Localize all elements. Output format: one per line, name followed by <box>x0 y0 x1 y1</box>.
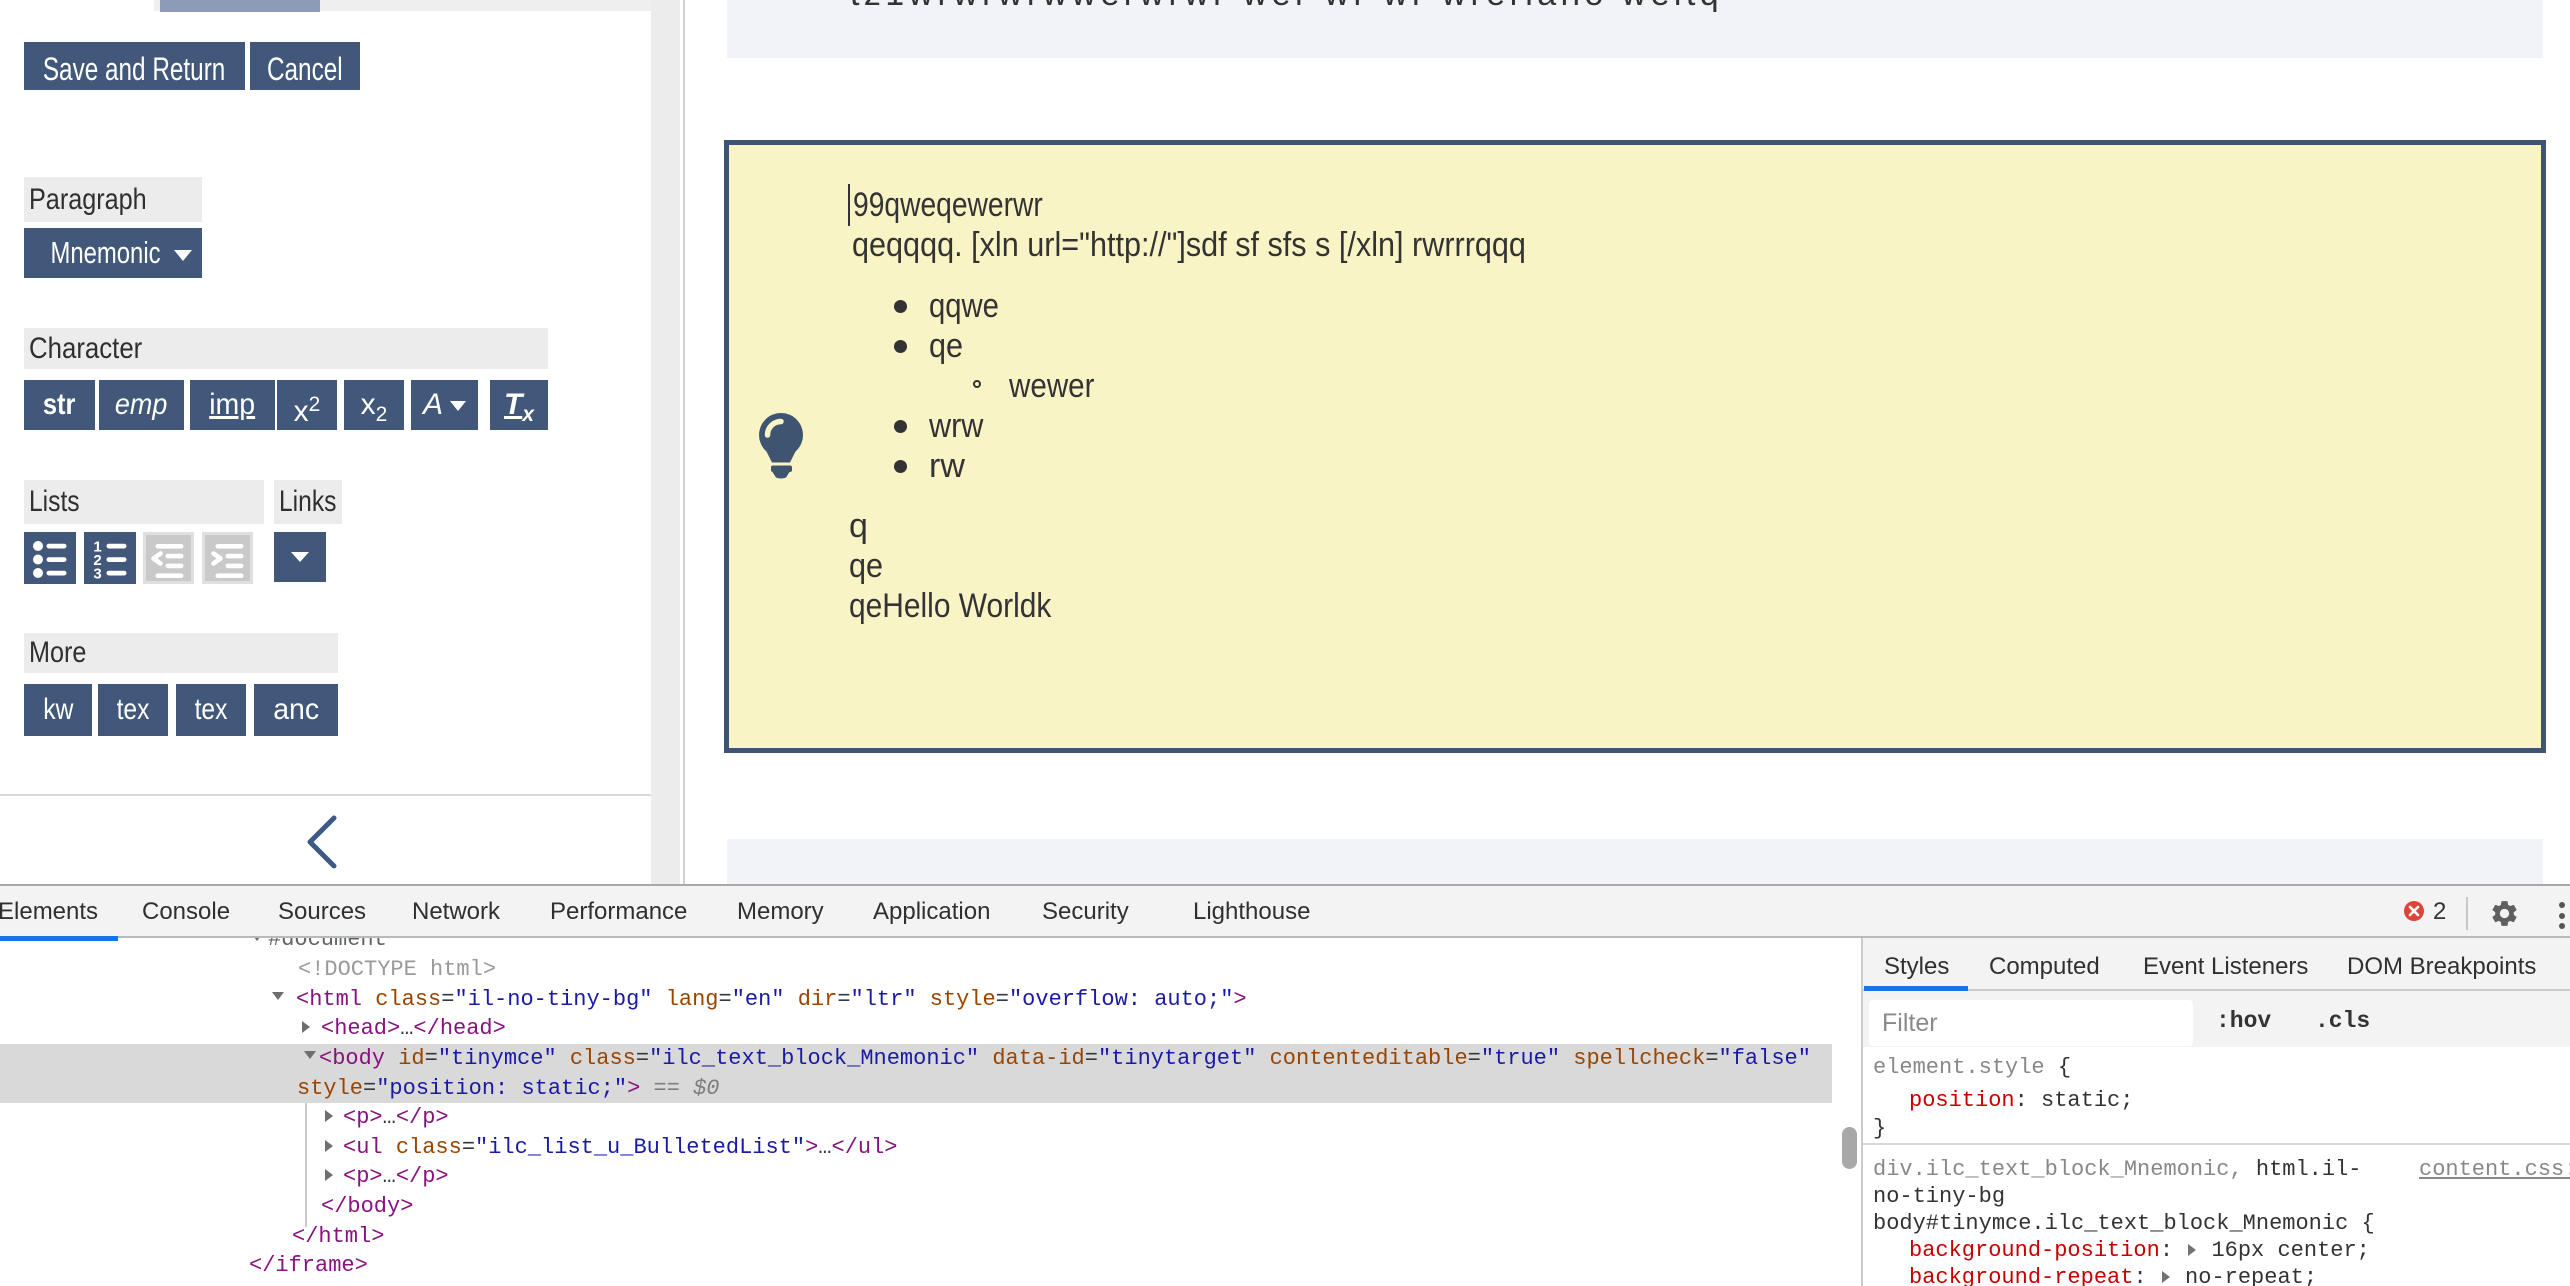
svg-text:3: 3 <box>93 566 101 583</box>
